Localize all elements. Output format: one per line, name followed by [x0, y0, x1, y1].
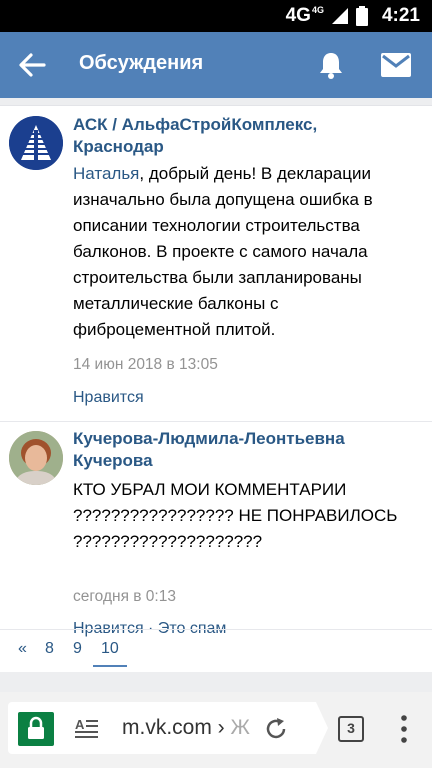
- text-line: строительства были запланированы: [73, 268, 362, 287]
- page-title: Обсуждения: [79, 52, 204, 74]
- address-bar-tip: [316, 702, 328, 754]
- bell-icon[interactable]: [316, 50, 346, 80]
- arrow-left-icon[interactable]: [18, 51, 46, 79]
- reader-mode-icon[interactable]: A: [74, 716, 100, 742]
- top-separator: [0, 98, 432, 106]
- clock: 4:21: [381, 5, 420, 26]
- company-logo-icon: [9, 116, 63, 170]
- status-bar: 4G 4G 4:21: [0, 0, 432, 32]
- avatar[interactable]: [9, 116, 63, 170]
- pagination: « 8 9 10: [0, 630, 432, 672]
- url-host: m.vk.com ›: [122, 716, 231, 739]
- tab-switcher-button[interactable]: 3: [338, 716, 364, 742]
- text-line: описании технологии строительства: [73, 216, 360, 235]
- reload-icon[interactable]: [263, 716, 289, 742]
- author-name-line: Кучерова: [73, 451, 153, 470]
- svg-text:A: A: [75, 717, 85, 732]
- discussion-content: АСК / АльфаСтройКомплекс, Краснодар Ната…: [0, 98, 432, 692]
- comment-date: сегодня в 0:13: [73, 588, 176, 605]
- text-line: балконов. В проекте с самого начала: [73, 242, 368, 261]
- text-line: изначально была допущена ошибка в: [73, 190, 373, 209]
- network-type: 4G: [285, 5, 311, 26]
- browser-toolbar: A m.vk.com › Ж 3: [0, 692, 432, 768]
- like-button[interactable]: Нравится: [73, 389, 144, 406]
- reply-mention-link[interactable]: Наталья: [73, 164, 139, 183]
- address-bar[interactable]: A m.vk.com › Ж: [8, 702, 316, 754]
- comment-actions: Нравится: [73, 389, 144, 407]
- pagination-prev[interactable]: «: [18, 640, 27, 658]
- comment-date: 14 июн 2018 в 13:05: [73, 356, 218, 373]
- secure-lock-button[interactable]: [18, 712, 54, 746]
- text-line: ????????????????????: [73, 532, 263, 551]
- lock-icon: [28, 716, 44, 739]
- text-line: КТО УБРАЛ МОИ КОММЕНТАРИИ: [73, 480, 347, 499]
- author-name-line: Кучерова-Людмила-Леонтьевна: [73, 429, 345, 448]
- page-link-9[interactable]: 9: [73, 640, 82, 658]
- comment-text: Наталья, добрый день! В декларации изнач…: [73, 161, 423, 343]
- app-header: Обсуждения: [0, 32, 432, 98]
- network-subtype: 4G: [311, 5, 324, 15]
- avatar[interactable]: [9, 431, 63, 485]
- page-link-8[interactable]: 8: [45, 640, 54, 658]
- author-name-line: АСК / АльфаСтройКомплекс,: [73, 115, 318, 134]
- divider: [0, 421, 432, 422]
- page-link-current[interactable]: 10: [93, 640, 127, 667]
- text-fragment: , добрый день! В декларации: [139, 164, 371, 183]
- user-photo-icon: [9, 431, 63, 485]
- text-line: фиброцементной плитой.: [73, 320, 276, 339]
- comment-author[interactable]: Кучерова-Людмила-Леонтьевна Кучерова: [73, 428, 418, 472]
- network-indicator: 4G 4G: [286, 5, 324, 27]
- comment-text: КТО УБРАЛ МОИ КОММЕНТАРИИ ??????????????…: [73, 477, 423, 555]
- url-text[interactable]: m.vk.com › Ж: [122, 716, 250, 740]
- envelope-icon[interactable]: [380, 52, 412, 78]
- content-bottom-gap: [0, 672, 432, 692]
- overflow-menu-icon[interactable]: [398, 714, 410, 744]
- comment-author[interactable]: АСК / АльфаСтройКомплекс, Краснодар: [73, 114, 418, 158]
- text-line: Наталья, добрый день! В декларации: [73, 161, 423, 187]
- text-line: металлические балконы с: [73, 294, 279, 313]
- battery-icon: [355, 6, 368, 26]
- url-overflow: Ж: [230, 716, 250, 739]
- signal-icon: [331, 8, 348, 24]
- author-name-line: Краснодар: [73, 137, 164, 156]
- text-line: ????????????????? НЕ ПОНРАВИЛОСЬ: [73, 506, 398, 525]
